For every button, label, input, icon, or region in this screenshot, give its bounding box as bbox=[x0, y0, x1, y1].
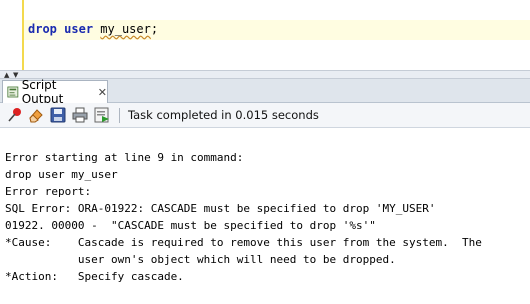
close-icon[interactable]: ✕ bbox=[98, 86, 107, 99]
current-code-line[interactable]: drop user my_user; bbox=[24, 20, 530, 40]
output-line: 01922. 00000 - "CASCADE must be specifie… bbox=[5, 219, 376, 232]
eraser-icon[interactable] bbox=[28, 107, 44, 123]
code-statement[interactable]: drop user my_user; bbox=[28, 22, 158, 36]
output-line: Error starting at line 9 in command: bbox=[5, 151, 244, 164]
tab-label: Script Output bbox=[21, 78, 64, 106]
run-icon[interactable] bbox=[94, 107, 110, 123]
editor-gutter bbox=[0, 0, 22, 70]
sql-editor[interactable]: drop user my_user; bbox=[0, 0, 530, 70]
status-text: Task completed in 0.015 seconds bbox=[128, 108, 319, 122]
output-line: *Cause: Cascade is required to remove th… bbox=[5, 236, 482, 249]
output-toolbar: Task completed in 0.015 seconds bbox=[0, 103, 530, 128]
print-icon[interactable] bbox=[72, 107, 88, 123]
output-line: drop user my_user bbox=[5, 168, 118, 181]
identifier-my-user: my_user bbox=[100, 22, 151, 36]
splitter-up-arrow-icon[interactable]: ▲ bbox=[4, 72, 9, 79]
pin-icon[interactable] bbox=[7, 107, 23, 123]
keyword-user: user bbox=[64, 22, 94, 36]
splitter-down-arrow-icon[interactable]: ▼ bbox=[13, 72, 18, 79]
output-tabstrip: Script Output ✕ bbox=[0, 78, 530, 106]
keyword-drop: drop bbox=[28, 22, 57, 36]
tab-script-output[interactable]: Script Output ✕ bbox=[2, 78, 108, 106]
output-line: SQL Error: ORA-01922: CASCADE must be sp… bbox=[5, 202, 436, 215]
statement-terminator: ; bbox=[150, 22, 159, 36]
script-output-area[interactable]: Error starting at line 9 in command: dro… bbox=[0, 128, 530, 304]
script-output-icon bbox=[7, 86, 19, 98]
save-icon[interactable] bbox=[50, 107, 66, 123]
output-line: *Action: Specify cascade. bbox=[5, 270, 184, 283]
toolbar-separator bbox=[119, 108, 120, 123]
output-line: user own's object which will need to be … bbox=[5, 253, 396, 266]
output-line: Error report: bbox=[5, 185, 92, 198]
